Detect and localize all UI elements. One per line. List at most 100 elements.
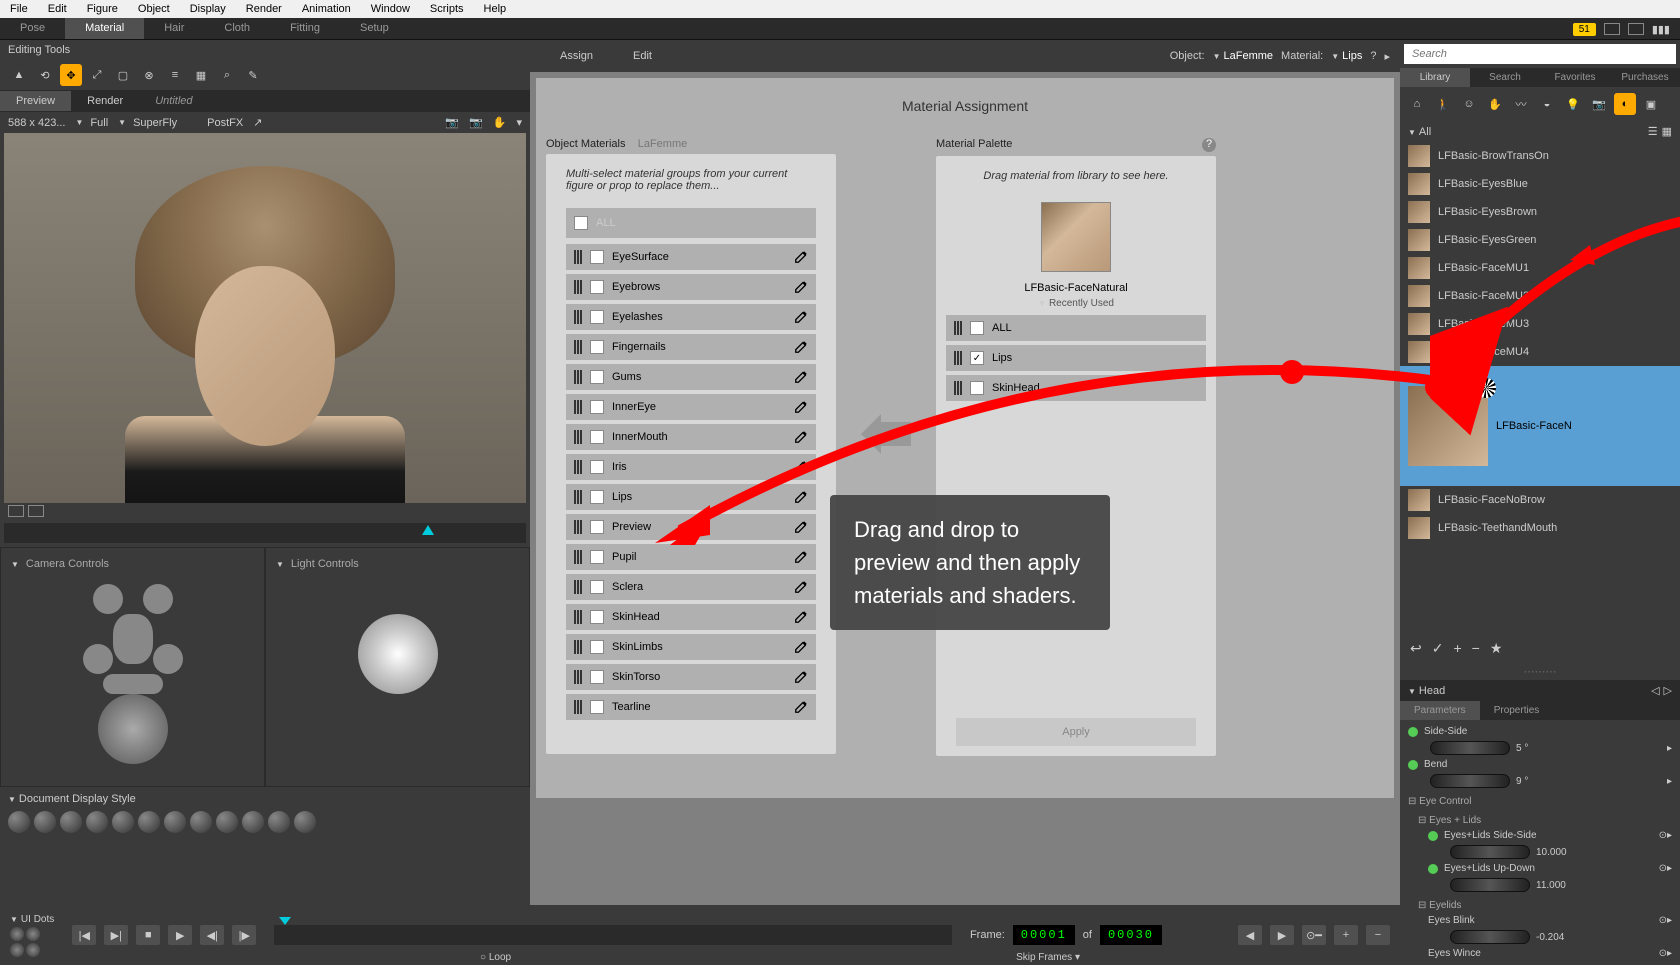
room-pose[interactable]: Pose (0, 18, 65, 39)
edit-icon[interactable] (794, 340, 808, 354)
dial-side-side[interactable] (1430, 741, 1510, 755)
filter-all-dropdown[interactable]: All (1408, 126, 1431, 138)
render-tab[interactable]: Render (71, 91, 139, 111)
ui-dot[interactable] (26, 927, 40, 941)
checkbox[interactable] (590, 460, 604, 474)
style-ball[interactable] (190, 811, 212, 833)
tab-purchases[interactable]: Purchases (1610, 68, 1680, 87)
room-material[interactable]: Material (65, 18, 144, 39)
list-view-icon[interactable]: ☰ (1648, 125, 1658, 138)
checkbox[interactable] (590, 700, 604, 714)
style-ball[interactable] (34, 811, 56, 833)
menu-scripts[interactable]: Scripts (420, 1, 474, 17)
drag-handle-icon[interactable] (954, 321, 962, 335)
viewport-3d[interactable] (4, 133, 526, 503)
library-item[interactable]: LFBasic-FaceMU2 (1400, 282, 1680, 310)
style-ball[interactable] (268, 811, 290, 833)
key-dot-icon[interactable] (1428, 831, 1438, 841)
menu-window[interactable]: Window (361, 1, 420, 17)
edit-icon[interactable] (794, 610, 808, 624)
camera-settings-icon[interactable]: 📷 (469, 116, 483, 129)
camera-icon[interactable]: 📷 (445, 116, 459, 129)
checkbox[interactable] (590, 610, 604, 624)
material-item[interactable]: Iris (566, 454, 816, 480)
edit-icon[interactable] (794, 430, 808, 444)
material-item[interactable]: Fingernails (566, 334, 816, 360)
key-dot-icon[interactable] (1428, 864, 1438, 874)
remove-icon[interactable]: − (1472, 640, 1480, 657)
checkbox[interactable] (970, 321, 984, 335)
add-icon[interactable]: + (1453, 640, 1461, 657)
material-item[interactable]: EyeSurface (566, 244, 816, 270)
grid-view-icon[interactable]: ▦ (1662, 125, 1672, 138)
drag-handle-icon[interactable] (954, 351, 962, 365)
object-dropdown[interactable]: LaFemme (1213, 50, 1273, 62)
drag-handle-icon[interactable] (574, 400, 582, 414)
edit-tab[interactable]: Edit (613, 46, 672, 66)
postfx-label[interactable]: PostFX (207, 117, 243, 129)
style-ball[interactable] (86, 811, 108, 833)
drag-handle-icon[interactable] (574, 370, 582, 384)
drag-handle-icon[interactable] (574, 490, 582, 504)
edit-icon[interactable] (794, 700, 808, 714)
engine-dropdown[interactable]: SuperFly (118, 117, 177, 129)
skip-frames-label[interactable]: Skip Frames (1016, 952, 1072, 963)
library-item[interactable]: LFBasic-EyesBlue (1400, 170, 1680, 198)
back-icon[interactable]: ↩ (1410, 640, 1422, 657)
morph-tool-icon[interactable]: ⊗ (138, 64, 160, 86)
group-eyelids[interactable]: ⊟ Eyelids (1404, 898, 1676, 913)
palette-thumbnail[interactable] (1041, 202, 1111, 272)
library-item[interactable]: LFBasic-FaceMU4 (1400, 338, 1680, 366)
room-setup[interactable]: Setup (340, 18, 409, 39)
check-icon[interactable]: ✓ (1432, 640, 1444, 657)
drag-handle-icon[interactable] (574, 460, 582, 474)
step-fwd-button[interactable]: |▶ (232, 925, 256, 945)
drag-handle-icon[interactable] (574, 580, 582, 594)
scale-tool-icon[interactable]: ⤢ (86, 64, 108, 86)
dial-eyeslids-updown[interactable] (1450, 878, 1530, 892)
style-ball[interactable] (8, 811, 30, 833)
drag-handle-icon[interactable]: ⋯⋯⋯ (1400, 663, 1680, 680)
bars-icon[interactable]: ▮▮▮ (1652, 23, 1670, 36)
multi-view-icon[interactable] (28, 505, 44, 517)
help-icon[interactable]: ? (1370, 50, 1376, 62)
search-input[interactable] (1404, 44, 1676, 64)
style-ball[interactable] (138, 811, 160, 833)
material-item[interactable]: Sclera (566, 574, 816, 600)
checkbox[interactable] (590, 280, 604, 294)
scrub-handle-icon[interactable] (422, 525, 434, 535)
edit-icon[interactable] (794, 640, 808, 654)
library-item[interactable]: LFBasic-FaceMU1 (1400, 254, 1680, 282)
add-key-button[interactable]: + (1334, 925, 1358, 945)
drag-handle-icon[interactable] (574, 340, 582, 354)
recently-used-label[interactable]: Recently Used (946, 298, 1206, 309)
tab-properties[interactable]: Properties (1480, 701, 1554, 720)
notification-badge[interactable]: 51 (1573, 23, 1596, 36)
prev-icon[interactable]: ◁ (1651, 684, 1659, 697)
checkbox[interactable] (590, 490, 604, 504)
material-item[interactable]: InnerEye (566, 394, 816, 420)
drag-handle-icon[interactable] (574, 310, 582, 324)
edit-icon[interactable] (794, 400, 808, 414)
drag-handle-icon[interactable] (574, 520, 582, 534)
link-icon[interactable]: ⊙▸ (1659, 863, 1672, 874)
library-item[interactable]: LFBasic-BrowTransOn (1400, 142, 1680, 170)
palette-item-skinhead[interactable]: SkinHead (946, 375, 1206, 401)
room-hair[interactable]: Hair (144, 18, 204, 39)
select-all-materials[interactable]: ALL (566, 208, 816, 238)
last-frame-button[interactable]: ▶| (104, 925, 128, 945)
menu-render[interactable]: Render (236, 1, 292, 17)
preview-tab[interactable]: Preview (0, 91, 71, 111)
tab-search[interactable]: Search (1470, 68, 1540, 87)
material-dropdown[interactable]: Lips (1331, 50, 1362, 62)
style-ball[interactable] (60, 811, 82, 833)
style-ball[interactable] (294, 811, 316, 833)
drag-handle-icon[interactable] (574, 640, 582, 654)
light-icon[interactable]: 💡 (1562, 93, 1584, 115)
playhead-icon[interactable] (279, 917, 291, 925)
checkbox[interactable] (590, 670, 604, 684)
drag-handle-icon[interactable] (574, 700, 582, 714)
link-icon[interactable]: ⊙▸ (1659, 948, 1672, 959)
link-icon[interactable]: ⊙▸ (1659, 830, 1672, 841)
home-icon[interactable]: ⌂ (1406, 93, 1428, 115)
